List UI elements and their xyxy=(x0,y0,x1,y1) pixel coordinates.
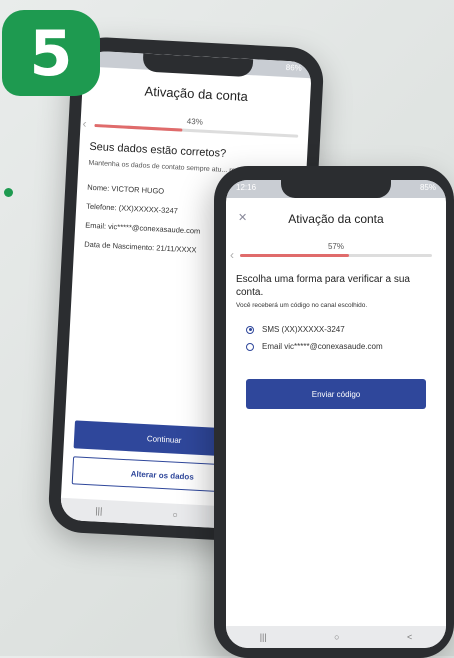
send-code-button[interactable]: Enviar código xyxy=(246,379,426,409)
status-time: 12:16 xyxy=(236,183,257,192)
recent-apps-icon[interactable]: ||| xyxy=(95,506,103,516)
radio-button[interactable] xyxy=(246,342,254,351)
recent-apps-icon[interactable]: ||| xyxy=(260,632,267,642)
home-icon[interactable]: ○ xyxy=(334,632,339,642)
chevron-left-icon[interactable]: ‹ xyxy=(230,248,234,262)
header: ✕ Ativação da conta xyxy=(226,204,446,234)
verification-options: SMS (XX)XXXXX-3247 Email vic*****@conexa… xyxy=(236,325,436,351)
decorative-dot xyxy=(4,188,13,197)
page-title: Ativação da conta xyxy=(144,83,249,104)
android-nav-bar: ||| ○ < xyxy=(226,626,446,648)
status-battery: 86% xyxy=(285,62,302,73)
home-icon[interactable]: ○ xyxy=(172,510,178,520)
status-battery: 85% xyxy=(419,183,436,192)
option-email[interactable]: Email vic*****@conexasaude.com xyxy=(236,342,436,351)
progress-bar xyxy=(240,254,432,257)
camera-notch xyxy=(142,53,254,78)
close-icon[interactable]: ✕ xyxy=(238,211,247,224)
progress-fill xyxy=(94,123,183,132)
phone-front-screen: 12:16 85% ✕ Ativação da conta 57% ‹ Esco… xyxy=(226,180,446,648)
radio-button-selected[interactable] xyxy=(246,325,254,334)
option-sms[interactable]: SMS (XX)XXXXX-3247 xyxy=(236,325,436,334)
section-heading: Escolha uma forma para verificar a sua c… xyxy=(236,274,410,298)
progress-fill xyxy=(240,254,350,257)
option-label: SMS (XX)XXXXX-3247 xyxy=(262,325,345,334)
option-label: Email vic*****@conexasaude.com xyxy=(262,342,383,351)
chevron-left-icon[interactable]: ‹ xyxy=(82,116,87,130)
page-title: Ativação da conta xyxy=(288,212,384,226)
step-badge: 5 xyxy=(2,10,100,96)
phone-front: 12:16 85% ✕ Ativação da conta 57% ‹ Esco… xyxy=(214,166,454,658)
section-subheading: Você receberá um código no canal escolhi… xyxy=(236,302,368,309)
back-icon[interactable]: < xyxy=(407,632,412,642)
camera-notch xyxy=(281,180,391,198)
progress-percent: 57% xyxy=(327,242,344,251)
